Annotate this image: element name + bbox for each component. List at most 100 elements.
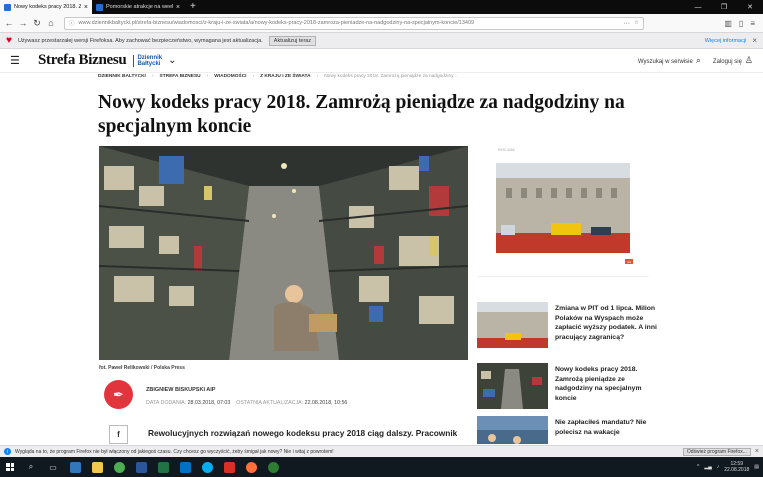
file-explorer-icon[interactable]	[86, 457, 108, 477]
reload-icon[interactable]: ↻	[32, 17, 42, 29]
breadcrumb-separator: ›	[252, 74, 255, 79]
start-button[interactable]	[0, 457, 20, 477]
windows-logo-icon	[6, 463, 14, 471]
network-icon[interactable]: ▂▄	[704, 464, 711, 470]
menu-icon[interactable]: ≡	[750, 19, 755, 28]
date-added-label: DATA DODANIA:	[146, 400, 187, 406]
notifications-icon[interactable]: ▤	[754, 464, 759, 470]
update-notification-text: Używasz przestarzałej wersji Firefoksa. …	[17, 37, 263, 44]
breadcrumb: DZIENNIK BALTYCKI › STREFA BIZNESU › WIA…	[98, 74, 457, 79]
site-header: ☰ Strefa Biznesu Dziennik Bałtycki ⌄ Wys…	[0, 49, 763, 73]
tray-arrow-icon[interactable]: ^	[697, 464, 699, 470]
firefox-icon[interactable]	[240, 457, 262, 477]
login-button[interactable]: Zaloguj się ♙	[713, 55, 753, 66]
sublogo-line2: Bałtycki	[137, 60, 161, 67]
maximize-icon[interactable]: ❐	[711, 0, 737, 14]
close-window-icon[interactable]: ✕	[737, 0, 763, 14]
edge-icon[interactable]	[64, 457, 86, 477]
article-dates: DATA DODANIA: 28.03.2018, 07:03 OSTATNIA…	[146, 400, 347, 406]
dziennik-baltycki-logo[interactable]: Dziennik Bałtycki	[133, 54, 162, 67]
sidebar-article-item[interactable]: Nie zapłaciłeś mandatu? Nie polecisz na …	[477, 416, 657, 444]
acrobat-icon[interactable]	[218, 457, 240, 477]
outlook-icon[interactable]	[174, 457, 196, 477]
hamburger-menu-icon[interactable]: ☰	[10, 54, 28, 67]
breadcrumb-item[interactable]: STREFA BIZNESU	[160, 74, 201, 79]
refresh-firefox-notification: i Wygląda na to, że program Firefox nie …	[0, 445, 763, 457]
skype-icon[interactable]	[196, 457, 218, 477]
author-avatar[interactable]: ✒	[104, 380, 133, 409]
breadcrumb-separator: ›	[316, 74, 319, 79]
sidebar-article-item[interactable]: Zmiana w PIT od 1 lipca. Milion Polaków …	[477, 302, 657, 350]
close-tab-icon[interactable]: ×	[176, 4, 180, 11]
system-tray: ^ ▂▄ ♪ 12:59 22.08.2018 ▤	[697, 461, 763, 473]
clock[interactable]: 12:59 22.08.2018	[724, 461, 749, 473]
forward-icon[interactable]: →	[18, 17, 28, 29]
article-hero-image[interactable]	[99, 146, 468, 360]
breadcrumb-item[interactable]: WIADOMOŚCI	[214, 74, 246, 79]
sidebar-icon[interactable]: ▯	[739, 19, 743, 28]
search-label: Wyszukaj w serwisie	[637, 59, 693, 65]
clock-date: 22.08.2018	[724, 467, 750, 473]
date-updated-value: 22.08.2018, 10:56	[304, 400, 348, 406]
archive-thumbnail	[477, 363, 548, 409]
author-name[interactable]: ZBIGNIEW BISKUPSKI AIP	[146, 387, 215, 393]
archive-aisle-illustration	[99, 146, 468, 360]
home-icon[interactable]: ⌂	[46, 17, 56, 29]
tab-favicon-icon	[96, 3, 103, 11]
volume-icon[interactable]: ♪	[717, 464, 720, 470]
back-icon[interactable]: ←	[4, 17, 14, 29]
breadcrumb-item[interactable]: Z KRAJU I ZE ŚWIATA	[260, 74, 310, 79]
site-logo[interactable]: Strefa Biznesu	[38, 52, 127, 69]
ad-badge: ad	[625, 259, 633, 264]
url-bar[interactable]: ⓘ www.dziennikbaltycki.pl/strefa-biznesu…	[64, 16, 644, 30]
sidebar-thumbnail	[477, 302, 548, 348]
more-info-link[interactable]: Więcej informacji	[705, 38, 747, 44]
feather-pen-icon: ✒	[113, 386, 124, 402]
breadcrumb-item[interactable]: DZIENNIK BALTYCKI	[98, 74, 146, 79]
site-info-icon[interactable]: ⓘ	[69, 19, 75, 27]
sidebar-article-title: Zmiana w PIT od 1 lipca. Milion Polaków …	[555, 305, 657, 341]
info-icon: i	[4, 448, 11, 455]
minimize-icon[interactable]: —	[685, 0, 711, 14]
chevron-down-icon[interactable]: ⌄	[168, 55, 176, 66]
date-updated-label: OSTATNIA AKTUALIZACJA:	[236, 400, 304, 406]
advertisement-image[interactable]	[496, 163, 630, 253]
excel-icon[interactable]	[152, 457, 174, 477]
close-notification-icon[interactable]: ×	[752, 36, 757, 45]
update-now-button[interactable]: Aktualizuj teraz	[268, 35, 317, 46]
url-text: www.dziennikbaltycki.pl/strefa-biznesu/w…	[78, 20, 475, 26]
sidebar-thumbnail	[477, 363, 548, 409]
tab-title: Pomorskie atrakcje na weeke	[106, 4, 173, 10]
close-notification-icon[interactable]: ×	[755, 448, 759, 455]
search-icon[interactable]: ⌕	[20, 457, 42, 477]
chrome-icon[interactable]	[108, 457, 130, 477]
window-controls: — ❐ ✕	[685, 0, 763, 14]
browser-tab-attractions[interactable]: Pomorskie atrakcje na weeke ×	[92, 0, 184, 14]
task-view-icon[interactable]: ▭	[42, 457, 64, 477]
refresh-firefox-button[interactable]: Odśwież program Firefox...	[682, 447, 751, 456]
breadcrumb-current: Nowy kodeks pracy 2018. Zamrożą pieniądz…	[324, 74, 458, 79]
word-icon[interactable]	[130, 457, 152, 477]
windows-taskbar: ⌕ ▭ ^ ▂▄ ♪ 12:59 22.08.2018 ▤	[0, 457, 763, 477]
facebook-share-icon[interactable]: f	[109, 425, 128, 444]
article-title: Nowy kodeks pracy 2018. Zamrożą pieniądz…	[98, 92, 625, 137]
image-caption: fot. Paweł Relikowski / Polska Press	[99, 365, 185, 371]
page-actions-icon[interactable]: ···	[623, 20, 630, 27]
author-block: ✒ ZBIGNIEW BISKUPSKI AIP DATA DODANIA: 2…	[104, 380, 474, 412]
tab-title: Nowy kodeks pracy 2018. Zam	[14, 4, 81, 10]
library-icon[interactable]: ▥	[724, 19, 732, 28]
palace-ad-illustration	[496, 163, 630, 253]
airport-thumbnail	[477, 416, 548, 444]
new-tab-icon[interactable]: +	[184, 0, 202, 14]
toolbar-icons: ▥ ▯ ≡	[724, 19, 759, 28]
user-icon: ♙	[744, 55, 753, 65]
breadcrumb-separator: ›	[151, 74, 154, 79]
search-button[interactable]: Wyszukaj w serwisie ⌕	[638, 55, 701, 66]
close-tab-icon[interactable]: ×	[84, 4, 88, 11]
sidebar-article-title: Nowy kodeks pracy 2018. Zamrożą pieniądz…	[555, 366, 642, 402]
app-icon[interactable]	[262, 457, 284, 477]
breadcrumb-separator: ›	[206, 74, 209, 79]
sidebar-article-item[interactable]: Nowy kodeks pracy 2018. Zamrożą pieniądz…	[477, 363, 657, 411]
bookmark-star-icon[interactable]: ☆	[634, 20, 639, 26]
browser-tab-article[interactable]: Nowy kodeks pracy 2018. Zam ×	[0, 0, 92, 14]
